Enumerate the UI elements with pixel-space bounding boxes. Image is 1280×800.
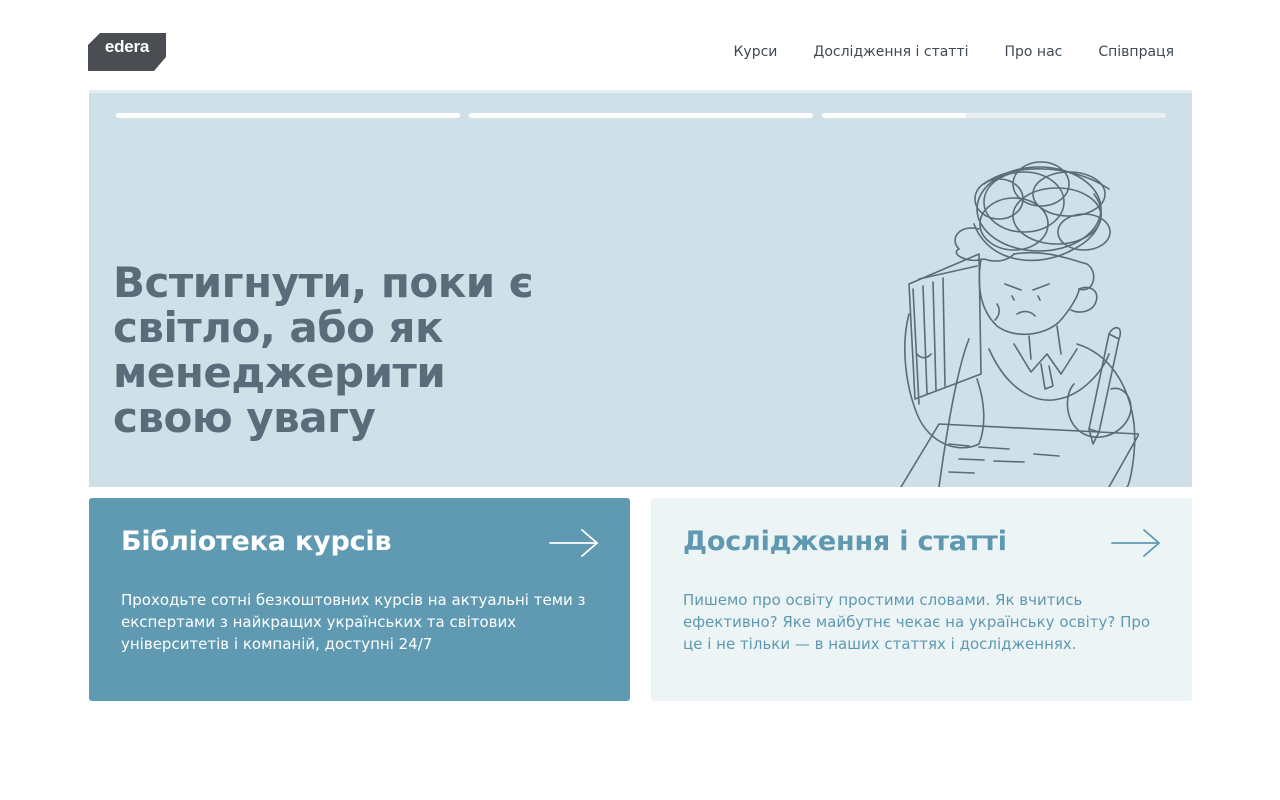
tangled-thoughts-icon	[973, 161, 1111, 262]
hero-divider	[89, 90, 1192, 93]
courses-library-card[interactable]: Бібліотека курсів Проходьте сотні безкош…	[89, 498, 630, 701]
site-header: edera Курси Дослідження і статті Про нас…	[0, 0, 1280, 90]
slide-progress-1[interactable]	[116, 113, 460, 118]
courses-card-title[interactable]: Бібліотека курсів	[121, 526, 392, 557]
book-icon	[908, 253, 982, 405]
slide-progress-2[interactable]	[469, 113, 813, 118]
slide-progress-fill-1	[116, 113, 460, 118]
paper-icon	[900, 423, 1139, 487]
main-nav: Курси Дослідження і статті Про нас Співп…	[733, 44, 1174, 60]
nav-courses[interactable]: Курси	[733, 44, 777, 60]
nav-research[interactable]: Дослідження і статті	[813, 44, 968, 60]
slide-progress-fill-3	[822, 113, 967, 118]
student-reading-illustration	[900, 161, 1139, 487]
arrow-right-icon[interactable]	[548, 528, 600, 558]
logo-text: edera	[104, 37, 150, 56]
hero-slider[interactable]: Встигнути, поки є світло, або як менедже…	[89, 90, 1192, 487]
research-articles-card[interactable]: Дослідження і статті Пишемо про освіту п…	[651, 498, 1192, 701]
slide-progress-fill-2	[469, 113, 813, 118]
pencil-icon	[1088, 326, 1122, 445]
nav-cooperation[interactable]: Співпраця	[1098, 44, 1174, 60]
slide-progress-3[interactable]	[822, 113, 1166, 118]
arrow-right-icon[interactable]	[1110, 528, 1162, 558]
nav-about[interactable]: Про нас	[1005, 44, 1063, 60]
courses-card-description: Проходьте сотні безкоштовних курсів на а…	[121, 591, 586, 653]
hero-title[interactable]: Встигнути, поки є світло, або як менедже…	[113, 260, 573, 440]
edera-logo[interactable]: edera	[88, 33, 166, 71]
research-card-title[interactable]: Дослідження і статті	[683, 526, 1007, 557]
research-card-description: Пишемо про освіту простими словами. Як в…	[683, 591, 1151, 653]
